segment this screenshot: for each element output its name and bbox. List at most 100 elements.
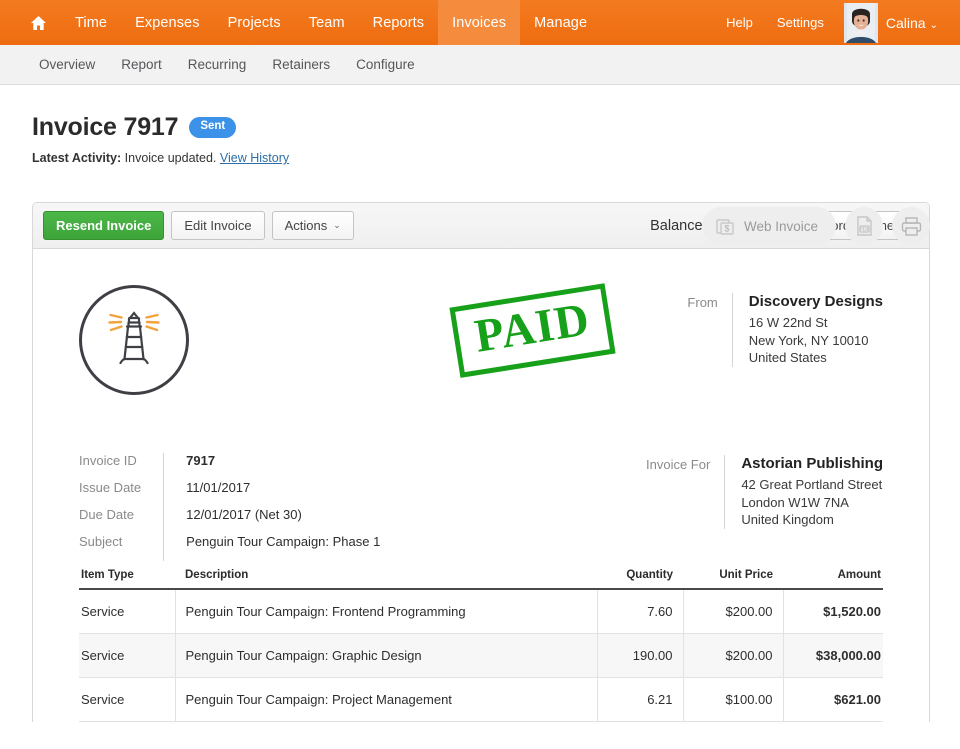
cell-amount: $1,520.00 xyxy=(783,589,883,634)
detail-label: Issue Date xyxy=(79,480,163,507)
nav-item-projects[interactable]: Projects xyxy=(214,0,295,45)
from-address-block: From Discovery Designs 16 W 22nd St New … xyxy=(687,293,883,367)
svg-text:$: $ xyxy=(724,223,729,233)
invoice-for-address-block: Invoice For Astorian Publishing 42 Great… xyxy=(646,455,883,529)
detail-value: Penguin Tour Campaign: Phase 1 xyxy=(163,534,380,561)
from-address: Discovery Designs 16 W 22nd St New York,… xyxy=(732,293,883,367)
table-row: Service Penguin Tour Campaign: Graphic D… xyxy=(79,634,883,678)
cell-quantity: 6.21 xyxy=(597,678,683,722)
invoice-brand-row: PAID From Discovery Designs 16 W 22nd St… xyxy=(79,285,883,435)
subnav-item-report[interactable]: Report xyxy=(108,57,175,72)
print-button[interactable] xyxy=(892,207,930,245)
printer-icon xyxy=(901,217,922,236)
home-button[interactable] xyxy=(0,0,61,45)
web-invoice-label: Web Invoice xyxy=(744,219,818,234)
subnav-item-retainers[interactable]: Retainers xyxy=(259,57,343,72)
from-address-line1: 16 W 22nd St xyxy=(749,314,883,332)
nav-item-manage[interactable]: Manage xyxy=(520,0,601,45)
resend-invoice-button[interactable]: Resend Invoice xyxy=(43,211,164,240)
table-row: Service Penguin Tour Campaign: Project M… xyxy=(79,678,883,722)
nav-item-expenses[interactable]: Expenses xyxy=(121,0,213,45)
cell-unit-price: $100.00 xyxy=(683,678,783,722)
dollar-document-icon: $ xyxy=(716,217,735,236)
nav-item-label: Projects xyxy=(228,15,281,31)
table-row: Service Penguin Tour Campaign: Frontend … xyxy=(79,589,883,634)
nav-item-reports[interactable]: Reports xyxy=(359,0,438,45)
invoice-card: Resend Invoice Edit Invoice Actions ⌄ Ba… xyxy=(32,202,930,722)
subnav-item-overview[interactable]: Overview xyxy=(26,57,108,72)
column-header-unit-price: Unit Price xyxy=(683,569,783,589)
cell-unit-price: $200.00 xyxy=(683,589,783,634)
invoice-for-label: Invoice For xyxy=(646,455,724,472)
detail-value: 12/01/2017 (Net 30) xyxy=(163,507,380,534)
cell-unit-price: $200.00 xyxy=(683,634,783,678)
title-row: Invoice 7917 Sent xyxy=(32,113,930,142)
cell-description: Penguin Tour Campaign: Graphic Design xyxy=(175,634,597,678)
invoice-for-address-line2: London W1W 7NA xyxy=(741,494,883,512)
column-header-description: Description xyxy=(175,569,597,589)
chevron-down-icon: ⌄ xyxy=(930,20,938,31)
balance-label: Balance: xyxy=(650,218,706,234)
user-menu[interactable]: Calina ⌄ xyxy=(886,15,938,31)
avatar[interactable] xyxy=(844,3,878,43)
subnav-item-configure[interactable]: Configure xyxy=(343,57,428,72)
nav-item-time[interactable]: Time xyxy=(61,0,121,45)
table-body: Service Penguin Tour Campaign: Frontend … xyxy=(79,589,883,722)
view-history-link[interactable]: View History xyxy=(220,151,289,165)
cell-description: Penguin Tour Campaign: Project Managemen… xyxy=(175,678,597,722)
column-header-item-type: Item Type xyxy=(79,569,175,589)
from-address-line3: United States xyxy=(749,349,883,367)
invoice-for-company-name: Astorian Publishing xyxy=(741,455,883,472)
nav-item-label: Reports xyxy=(373,15,424,31)
nav-item-team[interactable]: Team xyxy=(295,0,359,45)
nav-item-label: Time xyxy=(75,15,107,31)
edit-invoice-label: Edit Invoice xyxy=(184,218,251,233)
invoice-body: PAID From Discovery Designs 16 W 22nd St… xyxy=(33,249,929,722)
actions-dropdown-button[interactable]: Actions ⌄ xyxy=(272,211,354,240)
cell-amount: $38,000.00 xyxy=(783,634,883,678)
edit-invoice-button[interactable]: Edit Invoice xyxy=(171,211,264,240)
web-invoice-button[interactable]: $ Web Invoice xyxy=(702,207,836,245)
invoice-for-address-line3: United Kingdom xyxy=(741,511,883,529)
detail-value: 7917 xyxy=(163,453,380,480)
nav-item-invoices[interactable]: Invoices xyxy=(438,0,520,45)
from-label: From xyxy=(687,293,731,310)
user-name-label: Calina xyxy=(886,15,926,31)
nav-utilities: Help Settings Calina ⌄ xyxy=(714,0,960,45)
detail-row: Due Date 12/01/2017 (Net 30) xyxy=(79,507,380,534)
detail-row: Issue Date 11/01/2017 xyxy=(79,480,380,507)
table-header: Item Type Description Quantity Unit Pric… xyxy=(79,569,883,589)
invoice-details-row: Invoice ID 7917 Issue Date 11/01/2017 Du… xyxy=(79,453,883,559)
page-title: Invoice 7917 xyxy=(32,113,178,142)
column-header-quantity: Quantity xyxy=(597,569,683,589)
download-pdf-button[interactable]: PDF xyxy=(845,207,883,245)
from-address-line2: New York, NY 10010 xyxy=(749,332,883,350)
nav-item-label: Manage xyxy=(534,15,587,31)
nav-item-label: Expenses xyxy=(135,15,199,31)
chevron-down-icon: ⌄ xyxy=(333,220,341,231)
invoice-for-address-line1: 42 Great Portland Street xyxy=(741,476,883,494)
cell-quantity: 190.00 xyxy=(597,634,683,678)
settings-link[interactable]: Settings xyxy=(765,15,836,30)
primary-nav-items: Time Expenses Projects Team Reports Invo… xyxy=(0,0,601,45)
cell-amount: $621.00 xyxy=(783,678,883,722)
header-action-buttons: $ Web Invoice PDF xyxy=(702,207,930,245)
company-logo xyxy=(79,285,189,395)
detail-row: Invoice ID 7917 xyxy=(79,453,380,480)
cell-quantity: 7.60 xyxy=(597,589,683,634)
table-header-row: Item Type Description Quantity Unit Pric… xyxy=(79,569,883,589)
status-badge: Sent xyxy=(189,117,236,138)
invoice-details: Invoice ID 7917 Issue Date 11/01/2017 Du… xyxy=(79,453,380,561)
cell-item-type: Service xyxy=(79,678,175,722)
invoice-for-address: Astorian Publishing 42 Great Portland St… xyxy=(724,455,883,529)
nav-item-label: Invoices xyxy=(452,15,506,31)
nav-item-label: Team xyxy=(309,15,345,31)
activity-label: Latest Activity: xyxy=(32,151,121,165)
detail-label: Due Date xyxy=(79,507,163,534)
svg-text:PDF: PDF xyxy=(859,227,869,233)
help-link[interactable]: Help xyxy=(714,15,765,30)
lighthouse-icon xyxy=(96,302,172,378)
paid-stamp: PAID xyxy=(449,283,616,378)
subnav-item-recurring[interactable]: Recurring xyxy=(175,57,260,72)
pdf-icon: PDF xyxy=(855,216,874,236)
